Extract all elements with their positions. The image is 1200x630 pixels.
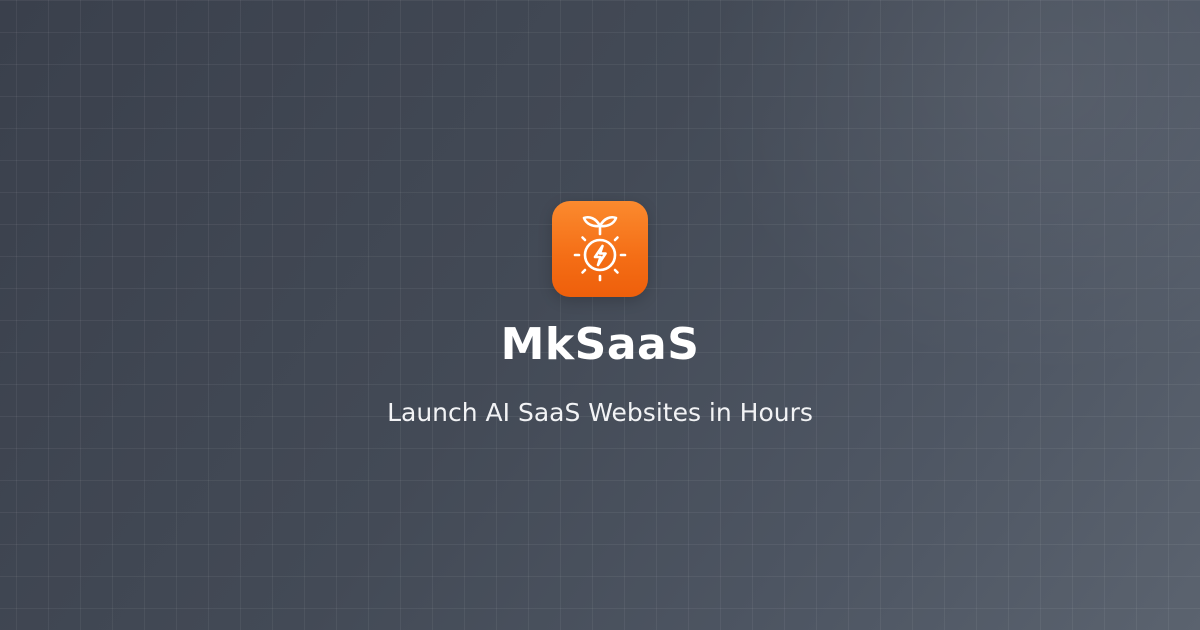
- og-card: MkSaaS Launch AI SaaS Websites in Hours: [0, 0, 1200, 630]
- app-logo: [552, 201, 648, 297]
- brand-tagline: Launch AI SaaS Websites in Hours: [387, 398, 813, 427]
- sprout-lightning-bolt-icon: [573, 215, 627, 282]
- brand-title: MkSaaS: [500, 319, 700, 370]
